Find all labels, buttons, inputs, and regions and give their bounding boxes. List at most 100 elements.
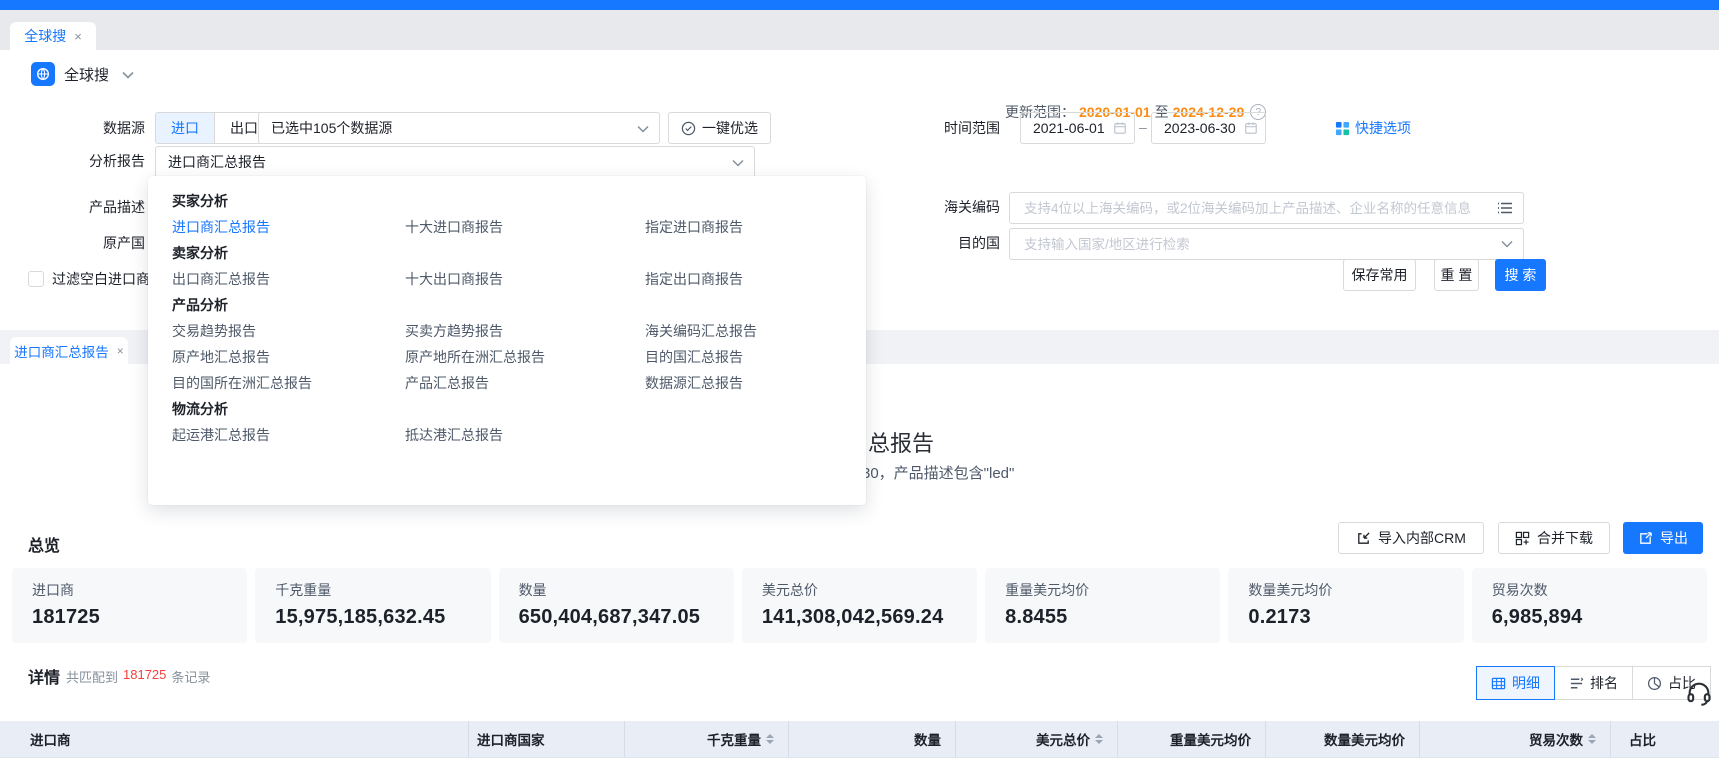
stat-label: 重量美元均价 <box>1005 580 1220 600</box>
stat-value: 181725 <box>32 606 247 629</box>
stat-value: 141,308,042,569.24 <box>762 606 977 629</box>
calendar-icon <box>1244 121 1258 135</box>
column-trade-count[interactable]: 贸易次数 <box>1420 721 1611 757</box>
data-source-value: 已选中105个数据源 <box>271 118 392 138</box>
dropdown-item[interactable]: 指定进口商报告 <box>645 217 866 237</box>
report-type-select[interactable]: 进口商汇总报告 <box>155 146 755 178</box>
dropdown-item[interactable]: 海关编码汇总报告 <box>645 321 866 341</box>
match-summary: 共匹配到 181725 条记录 <box>66 667 210 686</box>
stat-card-quantity: 数量 650,404,687,347.05 <box>499 568 734 643</box>
merge-download-label: 合并下载 <box>1537 528 1593 548</box>
filter-blank-checkbox[interactable] <box>28 271 44 287</box>
column-importer-country[interactable]: 进口商国家 <box>469 721 625 757</box>
origin-country-label: 原产国 <box>25 228 145 258</box>
date-end-input[interactable] <box>1162 119 1244 137</box>
filter-blank-label: 过滤空白进口商 <box>52 271 150 288</box>
destination-field[interactable] <box>1009 228 1524 260</box>
dropdown-item[interactable]: 出口商汇总报告 <box>172 269 405 289</box>
dropdown-item[interactable]: 抵达港汇总报告 <box>405 425 645 445</box>
quick-options-link[interactable]: 快捷选项 <box>1335 118 1411 138</box>
column-usd-per-weight[interactable]: 重量美元均价 <box>1118 721 1266 757</box>
one-click-optimize-button[interactable]: 一键优选 <box>668 112 771 144</box>
data-source-label: 数据源 <box>25 113 145 143</box>
sort-icon[interactable] <box>1588 734 1596 744</box>
column-usd-total[interactable]: 美元总价 <box>956 721 1118 757</box>
stat-card-kg-weight: 千克重量 15,975,185,632.45 <box>255 568 490 643</box>
date-start-input[interactable] <box>1031 119 1113 137</box>
export-button[interactable]: 导出 <box>1623 522 1703 554</box>
destination-input[interactable] <box>1022 236 1493 253</box>
close-icon[interactable]: × <box>117 344 124 358</box>
save-conditions-button[interactable]: 保存常用 <box>1343 259 1416 291</box>
chevron-down-icon <box>1501 240 1513 248</box>
table-icon <box>1491 676 1506 691</box>
ranking-icon <box>1569 676 1584 691</box>
date-end-field[interactable] <box>1151 112 1266 144</box>
column-importer[interactable]: 进口商 <box>0 721 469 757</box>
dropdown-item[interactable]: 原产地所在洲汇总报告 <box>405 347 645 367</box>
dropdown-item[interactable]: 产品汇总报告 <box>405 373 645 393</box>
pie-icon <box>1647 676 1662 691</box>
sort-icon[interactable] <box>1095 734 1103 744</box>
column-quantity[interactable]: 数量 <box>789 721 956 757</box>
stat-label: 千克重量 <box>275 580 490 600</box>
view-detail-button[interactable]: 明细 <box>1476 666 1555 700</box>
stat-card-usd-per-qty: 数量美元均价 0.2173 <box>1228 568 1463 643</box>
stat-card-usd-per-weight: 重量美元均价 8.8455 <box>985 568 1220 643</box>
match-count: 181725 <box>123 667 166 686</box>
customer-service-button[interactable] <box>1682 676 1716 710</box>
result-tab[interactable]: 进口商汇总报告 × <box>10 337 128 364</box>
dropdown-item[interactable]: 十大进口商报告 <box>405 217 645 237</box>
stat-card-importers: 进口商 181725 <box>12 568 247 643</box>
dropdown-item[interactable]: 原产地汇总报告 <box>172 347 405 367</box>
stat-label: 数量美元均价 <box>1248 580 1463 600</box>
global-search-icon <box>31 62 55 86</box>
data-source-select[interactable]: 已选中105个数据源 <box>258 112 660 144</box>
import-crm-label: 导入内部CRM <box>1378 528 1466 548</box>
import-crm-button[interactable]: 导入内部CRM <box>1338 522 1484 554</box>
dropdown-item[interactable]: 买卖方趋势报告 <box>405 321 645 341</box>
overview-stats: 进口商 181725 千克重量 15,975,185,632.45 数量 650… <box>12 568 1707 643</box>
date-range-dash: – <box>1139 119 1147 135</box>
column-usd-per-qty[interactable]: 数量美元均价 <box>1266 721 1420 757</box>
headset-icon <box>1685 679 1713 707</box>
close-icon[interactable]: × <box>74 29 82 44</box>
date-start-field[interactable] <box>1020 112 1135 144</box>
tab-global-search[interactable]: 全球搜 × <box>10 22 96 50</box>
column-kg-weight[interactable]: 千克重量 <box>625 721 789 757</box>
dropdown-item[interactable]: 数据源汇总报告 <box>645 373 866 393</box>
hs-code-input[interactable] <box>1022 200 1489 217</box>
chevron-down-icon[interactable] <box>122 66 134 82</box>
quick-options-label: 快捷选项 <box>1355 118 1411 138</box>
report-type-label: 分析报告 <box>25 146 145 176</box>
browser-top-bar <box>0 0 1719 10</box>
dropdown-item[interactable]: 十大出口商报告 <box>405 269 645 289</box>
dropdown-item[interactable]: 交易趋势报告 <box>172 321 405 341</box>
merge-icon <box>1515 531 1530 546</box>
import-icon <box>1356 531 1371 546</box>
dropdown-item[interactable]: 目的国汇总报告 <box>645 347 866 367</box>
column-share[interactable]: 占比 <box>1611 721 1719 757</box>
dropdown-group-title: 产品分析 <box>172 295 405 315</box>
list-icon[interactable] <box>1497 201 1513 215</box>
search-button[interactable]: 搜 索 <box>1495 259 1546 291</box>
report-type-dropdown: 买家分析 进口商汇总报告 十大进口商报告 指定进口商报告 卖家分析 出口商汇总报… <box>148 176 866 505</box>
overview-heading: 总览 <box>28 532 60 556</box>
dropdown-item-selected[interactable]: 进口商汇总报告 <box>172 217 405 237</box>
dropdown-item[interactable]: 起运港汇总报告 <box>172 425 405 445</box>
export-icon <box>1638 531 1653 546</box>
hs-code-field[interactable] <box>1009 192 1524 224</box>
optimize-label: 一键优选 <box>702 118 758 138</box>
chevron-down-icon <box>732 154 744 170</box>
view-rank-button[interactable]: 排名 <box>1554 666 1633 700</box>
stat-label: 进口商 <box>32 580 247 600</box>
stat-value: 15,975,185,632.45 <box>275 606 490 629</box>
dropdown-item[interactable]: 指定出口商报告 <box>645 269 866 289</box>
stat-card-usd-total: 美元总价 141,308,042,569.24 <box>742 568 977 643</box>
reset-button[interactable]: 重 置 <box>1434 259 1479 291</box>
import-toggle[interactable]: 进口 <box>156 113 214 143</box>
sort-icon[interactable] <box>766 734 774 744</box>
dropdown-item[interactable]: 目的国所在洲汇总报告 <box>172 373 405 393</box>
merge-download-button[interactable]: 合并下载 <box>1498 522 1610 554</box>
stat-label: 美元总价 <box>762 580 977 600</box>
